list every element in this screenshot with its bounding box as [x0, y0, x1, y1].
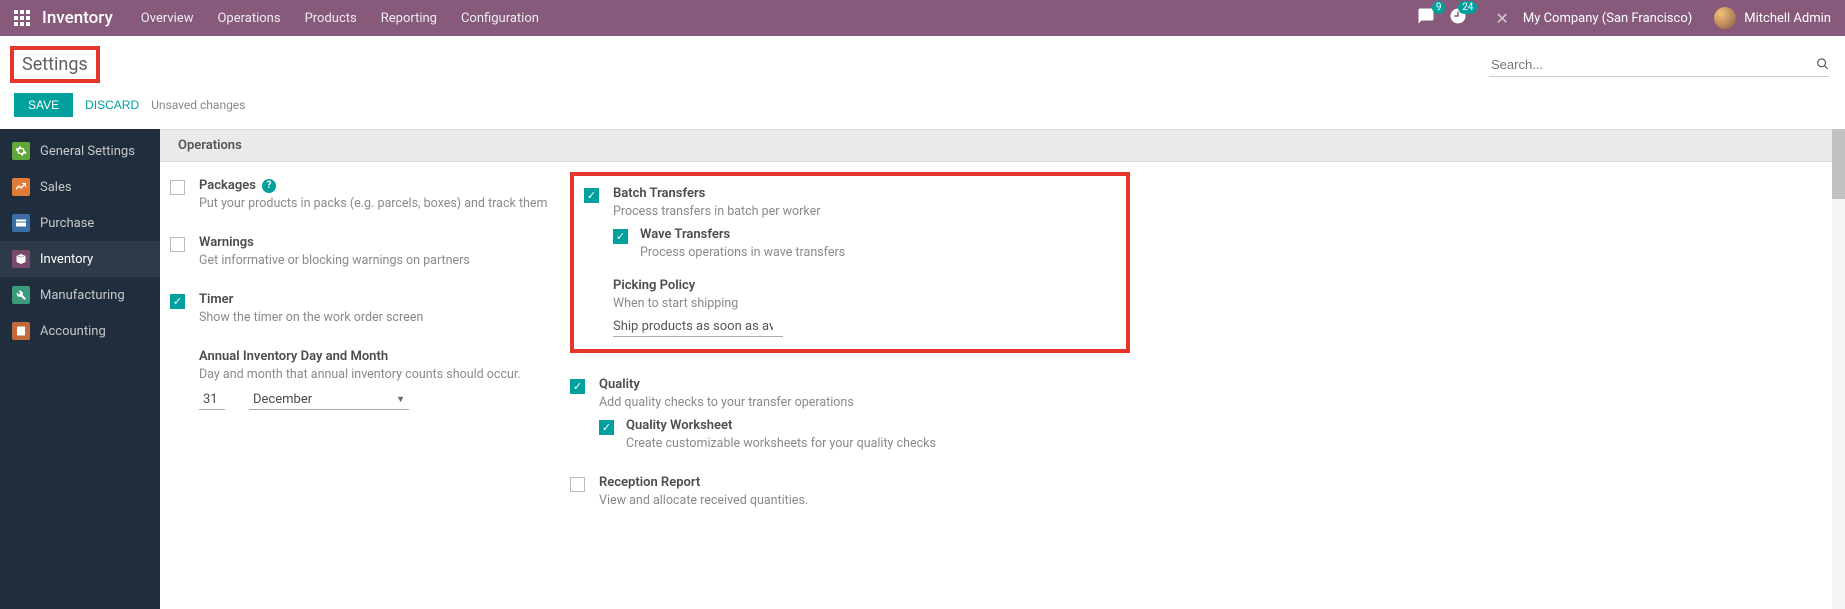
checkbox-quality[interactable] [570, 379, 585, 394]
setting-desc: Show the timer on the work order screen [199, 310, 570, 325]
picking-policy-select[interactable]: Ship products as soon as available [613, 317, 783, 337]
ledger-icon [12, 322, 30, 340]
search-box[interactable] [1489, 53, 1829, 77]
activities-button[interactable]: 24 [1449, 7, 1467, 29]
company-selector[interactable]: My Company (San Francisco) [1523, 11, 1692, 26]
settings-main: Operations Packages ? Put your products … [160, 129, 1845, 609]
setting-title-label: Quality [599, 377, 640, 392]
page-title: Settings [10, 46, 100, 83]
setting-packages: Packages ? Put your products in packs (e… [170, 178, 570, 211]
help-icon[interactable]: ? [262, 179, 276, 193]
setting-desc: Get informative or blocking warnings on … [199, 253, 570, 268]
checkbox-wave-transfers[interactable] [613, 229, 628, 244]
checkbox-quality-worksheet[interactable] [599, 420, 614, 435]
setting-title-label: Wave Transfers [640, 227, 730, 242]
setting-title-label: Picking Policy [613, 278, 695, 293]
setting-title-label: Batch Transfers [613, 186, 705, 201]
top-navbar: Inventory Overview Operations Products R… [0, 0, 1845, 36]
discard-button[interactable]: DISCARD [85, 98, 139, 112]
setting-desc: Put your products in packs (e.g. parcels… [199, 196, 570, 211]
activities-badge: 24 [1458, 1, 1477, 14]
nav-reporting[interactable]: Reporting [381, 11, 437, 26]
checkbox-packages[interactable] [170, 180, 185, 195]
sidebar-item-general[interactable]: General Settings [0, 133, 160, 169]
search-input[interactable] [1489, 53, 1816, 76]
sidebar-item-manufacturing[interactable]: Manufacturing [0, 277, 160, 313]
box-icon [12, 250, 30, 268]
setting-desc: Process operations in wave transfers [640, 245, 845, 260]
setting-title-label: Timer [199, 292, 233, 307]
setting-desc: Create customizable worksheets for your … [626, 436, 936, 451]
nav-configuration[interactable]: Configuration [461, 11, 539, 26]
annual-month-select[interactable]: December ▼ [249, 390, 409, 410]
nav-products[interactable]: Products [305, 11, 357, 26]
chart-icon [12, 178, 30, 196]
setting-desc: Add quality checks to your transfer oper… [599, 395, 1130, 410]
action-bar: SAVE DISCARD Unsaved changes [0, 87, 1845, 129]
avatar[interactable] [1714, 7, 1736, 29]
setting-reception-report: Reception Report View and allocate recei… [570, 475, 1130, 508]
annual-day-input[interactable]: 31 [199, 390, 225, 410]
wrench-icon [12, 286, 30, 304]
setting-title-label: Reception Report [599, 475, 700, 490]
setting-title-label: Packages [199, 178, 256, 193]
nav-overview[interactable]: Overview [141, 11, 194, 26]
card-icon [12, 214, 30, 232]
setting-desc: When to start shipping [613, 296, 1108, 311]
section-heading: Operations [160, 129, 1845, 162]
sidebar-item-label: Inventory [40, 252, 93, 267]
scrollbar[interactable] [1832, 129, 1845, 609]
setting-title-label: Warnings [199, 235, 254, 250]
setting-warnings: Warnings Get informative or blocking war… [170, 235, 570, 268]
highlighted-region: Batch Transfers Process transfers in bat… [570, 172, 1130, 353]
checkbox-batch-transfers[interactable] [584, 188, 599, 203]
search-icon [1816, 57, 1829, 71]
settings-layout: General Settings Sales Purchase Inventor… [0, 129, 1845, 609]
picking-policy-value: Ship products as soon as available [613, 319, 773, 334]
save-button[interactable]: SAVE [14, 93, 73, 117]
app-brand[interactable]: Inventory [42, 8, 113, 28]
setting-annual-inventory: Annual Inventory Day and Month Day and m… [170, 349, 570, 410]
scrollbar-thumb[interactable] [1832, 129, 1845, 199]
annual-month-value: December [253, 392, 312, 407]
apps-icon[interactable] [14, 10, 30, 26]
setting-timer: Timer Show the timer on the work order s… [170, 292, 570, 325]
sidebar-item-accounting[interactable]: Accounting [0, 313, 160, 349]
gear-icon [12, 142, 30, 160]
user-menu[interactable]: Mitchell Admin [1744, 11, 1831, 26]
messages-badge: 9 [1432, 1, 1446, 14]
setting-quality: Quality Add quality checks to your trans… [570, 377, 1130, 451]
checkbox-warnings[interactable] [170, 237, 185, 252]
messages-button[interactable]: 9 [1417, 7, 1435, 29]
sidebar-item-label: General Settings [40, 144, 135, 159]
sidebar-item-label: Sales [40, 180, 72, 195]
settings-sidebar: General Settings Sales Purchase Inventor… [0, 129, 160, 609]
setting-title-label: Annual Inventory Day and Month [199, 349, 388, 364]
sidebar-item-label: Purchase [40, 216, 94, 231]
nav-operations[interactable]: Operations [217, 11, 280, 26]
setting-title-label: Quality Worksheet [626, 418, 732, 433]
chevron-down-icon: ▼ [396, 394, 405, 405]
sidebar-item-label: Manufacturing [40, 288, 125, 303]
unsaved-indicator: Unsaved changes [151, 98, 245, 112]
sidebar-item-label: Accounting [40, 324, 106, 339]
setting-picking-policy: Picking Policy When to start shipping Sh… [584, 278, 1108, 337]
breadcrumb-row: Settings [0, 36, 1845, 87]
sidebar-item-sales[interactable]: Sales [0, 169, 160, 205]
setting-desc: Process transfers in batch per worker [613, 204, 1108, 219]
sidebar-item-purchase[interactable]: Purchase [0, 205, 160, 241]
setting-batch-transfers: Batch Transfers Process transfers in bat… [584, 186, 1108, 260]
setting-desc: View and allocate received quantities. [599, 493, 1130, 508]
setting-desc: Day and month that annual inventory coun… [199, 367, 570, 382]
sidebar-item-inventory[interactable]: Inventory [0, 241, 160, 277]
checkbox-timer[interactable] [170, 294, 185, 309]
close-icon[interactable]: ✕ [1495, 9, 1508, 28]
checkbox-reception-report[interactable] [570, 477, 585, 492]
